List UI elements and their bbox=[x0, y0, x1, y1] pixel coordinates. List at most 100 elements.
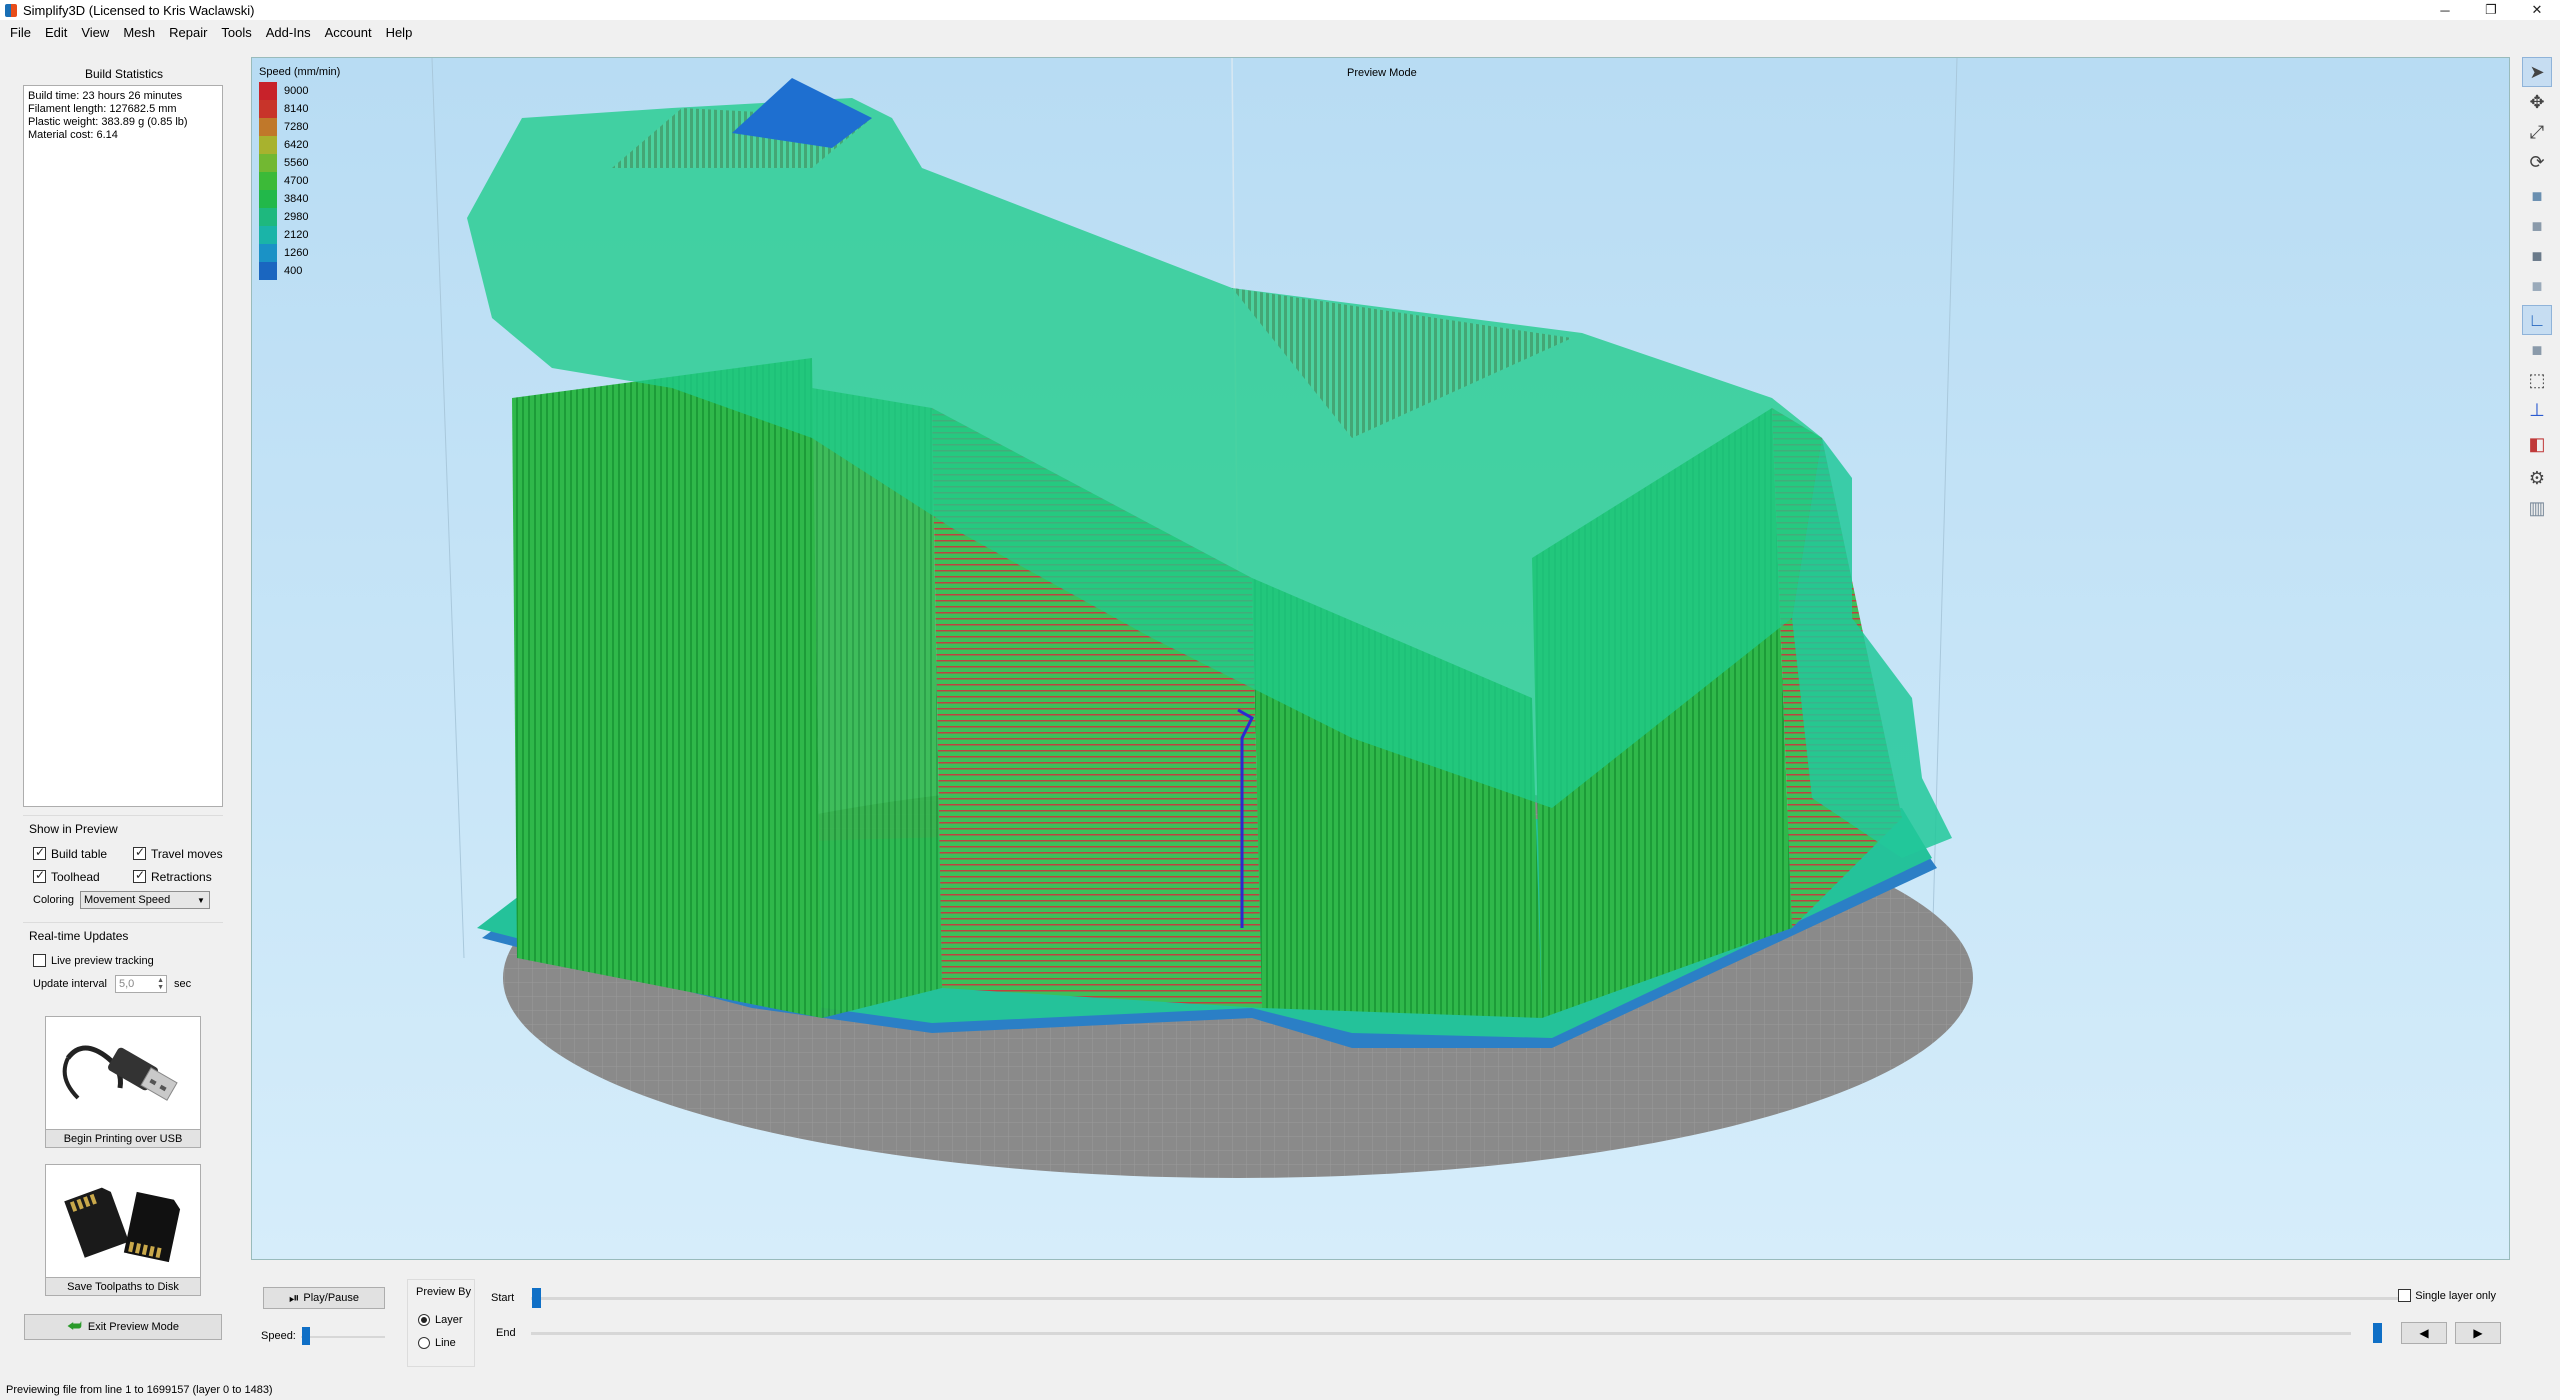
legend-label: 7280 bbox=[284, 121, 309, 133]
solid-view-button[interactable]: ■ bbox=[2522, 335, 2552, 365]
begin-usb-button[interactable]: Begin Printing over USB bbox=[45, 1016, 201, 1148]
legend-swatch bbox=[259, 262, 277, 280]
move-icon: ✥ bbox=[2529, 91, 2545, 112]
wireframe-view-button[interactable]: ⬚ bbox=[2522, 365, 2552, 395]
layer-radio[interactable]: Layer bbox=[418, 1314, 463, 1326]
menu-account[interactable]: Account bbox=[318, 25, 379, 40]
menu-mesh[interactable]: Mesh bbox=[116, 25, 162, 40]
menu-view[interactable]: View bbox=[74, 25, 116, 40]
next-layer-button[interactable]: ▶ bbox=[2455, 1322, 2501, 1344]
legend-row: 3840 bbox=[259, 190, 340, 208]
restore-button[interactable]: ❐ bbox=[2468, 0, 2514, 20]
menu-help[interactable]: Help bbox=[379, 25, 420, 40]
end-slider-thumb[interactable] bbox=[2373, 1323, 2382, 1343]
scale-tool-button[interactable]: ⤢ bbox=[2522, 117, 2552, 147]
legend-swatch bbox=[259, 154, 277, 172]
start-track[interactable] bbox=[531, 1297, 2411, 1300]
single-layer-checkbox[interactable]: Single layer only bbox=[2398, 1289, 2496, 1302]
live-tracking-checkbox[interactable]: Live preview tracking bbox=[33, 954, 213, 967]
right-toolbar: ➤ ✥ ⤢ ⟳ ■ ■ ■ ■ ∟ ■ ⬚ ⊥ ◧ ⚙ ▥ bbox=[2522, 57, 2560, 523]
checkbox-box bbox=[133, 845, 146, 860]
playback-panel: ⏯ Play/Pause Speed: Preview By Layer Lin… bbox=[251, 1260, 2510, 1375]
start-slider-thumb[interactable] bbox=[532, 1288, 541, 1308]
menu-add-ins[interactable]: Add-Ins bbox=[259, 25, 318, 40]
3d-viewport[interactable]: Speed (mm/min) 9000 8140 7280 6420 5560 4700 3… bbox=[251, 57, 2510, 1260]
live-tracking-label: Live preview tracking bbox=[51, 954, 154, 967]
prev-layer-button[interactable]: ◀ bbox=[2401, 1322, 2447, 1344]
legend-row: 4700 bbox=[259, 172, 340, 190]
speed-slider-thumb[interactable] bbox=[302, 1327, 310, 1345]
legend-swatch bbox=[259, 190, 277, 208]
legend-row: 400 bbox=[259, 262, 340, 280]
line-radio[interactable]: Line bbox=[418, 1337, 456, 1349]
legend-row: 7280 bbox=[259, 118, 340, 136]
begin-usb-label: Begin Printing over USB bbox=[46, 1129, 200, 1147]
axes-toggle-button[interactable]: ∟ bbox=[2522, 305, 2552, 335]
play-pause-label: Play/Pause bbox=[303, 1292, 360, 1304]
coloring-value: Movement Speed bbox=[83, 894, 171, 906]
end-track[interactable] bbox=[531, 1332, 2351, 1335]
app-logo-icon bbox=[5, 3, 17, 17]
menu-file[interactable]: File bbox=[3, 25, 38, 40]
minimize-button[interactable]: ─ bbox=[2422, 0, 2468, 20]
travel-moves-checkbox[interactable]: Travel moves bbox=[133, 845, 223, 861]
stat-plastic-weight: Plastic weight: 383.89 g (0.85 lb) bbox=[28, 116, 188, 128]
sd-card-icon bbox=[46, 1165, 200, 1277]
build-table-button[interactable]: ▥ bbox=[2522, 493, 2552, 523]
realtime-title: Real-time Updates bbox=[29, 929, 129, 943]
build-stats-box: Build time: 23 hours 26 minutes Filament… bbox=[23, 85, 223, 807]
cross-section-button[interactable]: ◧ bbox=[2522, 429, 2552, 459]
checkbox-box bbox=[33, 868, 46, 883]
legend-swatch bbox=[259, 118, 277, 136]
retractions-label: Retractions bbox=[151, 869, 212, 884]
save-toolpaths-button[interactable]: Save Toolpaths to Disk bbox=[45, 1164, 201, 1296]
close-button[interactable]: ✕ bbox=[2514, 0, 2560, 20]
toolhead-checkbox[interactable]: Toolhead bbox=[33, 868, 123, 884]
checkbox-box bbox=[133, 868, 146, 883]
interval-spinbox[interactable]: 5,0 ▲ ▼ bbox=[115, 975, 167, 993]
play-pause-button[interactable]: ⏯ Play/Pause bbox=[263, 1287, 385, 1309]
move-tool-button[interactable]: ✥ bbox=[2522, 87, 2552, 117]
status-bar: Previewing file from line 1 to 1699157 (… bbox=[0, 1380, 2560, 1400]
back-arrow-icon: ⮨ bbox=[67, 1318, 82, 1335]
dropdown-arrow-icon: ▼ bbox=[197, 895, 205, 905]
menu-repair[interactable]: Repair bbox=[162, 25, 214, 40]
rotate-tool-button[interactable]: ⟳ bbox=[2522, 147, 2552, 177]
toolhead-label: Toolhead bbox=[51, 869, 100, 884]
view-top-button[interactable]: ■ bbox=[2522, 211, 2552, 241]
exit-preview-button[interactable]: ⮨ Exit Preview Mode bbox=[24, 1314, 222, 1340]
window-controls: ─ ❐ ✕ bbox=[2422, 0, 2560, 20]
legend-label: 400 bbox=[284, 265, 303, 277]
rotate-icon: ⟳ bbox=[2529, 151, 2545, 172]
legend-label: 3840 bbox=[284, 193, 309, 205]
normals-icon: ⊥ bbox=[2529, 399, 2545, 420]
menu-tools[interactable]: Tools bbox=[214, 25, 258, 40]
legend-label: 2980 bbox=[284, 211, 309, 223]
wireframe-icon: ⬚ bbox=[2528, 369, 2546, 390]
axes-icon: ∟ bbox=[2528, 309, 2546, 330]
build-table-icon: ▥ bbox=[2528, 497, 2546, 518]
retractions-checkbox[interactable]: Retractions bbox=[133, 868, 223, 884]
menu-edit[interactable]: Edit bbox=[38, 25, 74, 40]
view-left-button[interactable]: ■ bbox=[2522, 241, 2552, 271]
line-label: Line bbox=[435, 1337, 456, 1349]
build-table-label: Build table bbox=[51, 846, 108, 861]
legend-label: 8140 bbox=[284, 103, 309, 115]
view-front-icon: ■ bbox=[2531, 185, 2543, 206]
settings-button[interactable]: ⚙ bbox=[2522, 463, 2552, 493]
coloring-select[interactable]: Movement Speed ▼ bbox=[79, 891, 210, 909]
toolpath-scene bbox=[431, 58, 1973, 1179]
speed-track[interactable] bbox=[301, 1336, 385, 1338]
legend-label: 5560 bbox=[284, 157, 309, 169]
view-front-button[interactable]: ■ bbox=[2522, 181, 2552, 211]
build-table-checkbox[interactable]: Build table bbox=[33, 845, 123, 861]
window-title: Simplify3D (Licensed to Kris Waclawski) bbox=[23, 2, 255, 18]
legend-label: 6420 bbox=[284, 139, 309, 151]
normals-button[interactable]: ⊥ bbox=[2522, 395, 2552, 425]
view-right-button[interactable]: ■ bbox=[2522, 271, 2552, 301]
select-tool-button[interactable]: ➤ bbox=[2522, 57, 2552, 87]
stat-filament-length: Filament length: 127682.5 mm bbox=[28, 103, 177, 115]
end-label: End bbox=[496, 1327, 516, 1339]
travel-moves-label: Travel moves bbox=[151, 846, 223, 861]
spin-arrows-icon: ▲ ▼ bbox=[157, 977, 164, 991]
